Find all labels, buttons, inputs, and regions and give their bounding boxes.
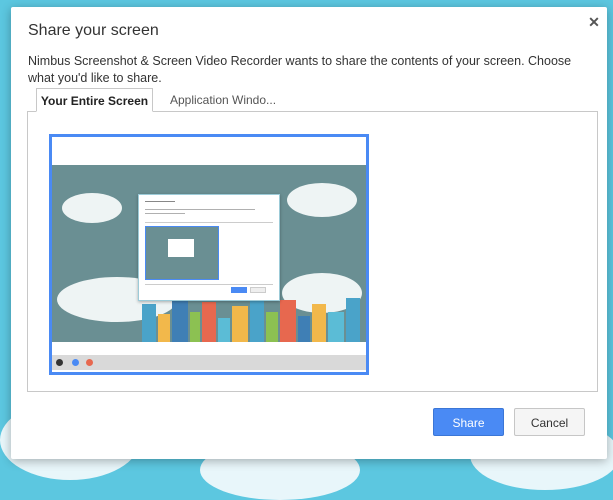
share-screen-dialog: Share your screen ✕ Nimbus Screenshot & …	[11, 7, 607, 459]
preview-mini-window	[168, 239, 194, 257]
preview-mini-share	[231, 287, 247, 293]
preview-building	[142, 304, 156, 342]
preview-mini-thumb	[145, 226, 219, 280]
preview-text-line	[145, 201, 175, 202]
source-panel	[27, 111, 598, 392]
preview-mini-cancel	[250, 287, 266, 293]
preview-building	[190, 312, 200, 342]
entire-screen-thumbnail[interactable]	[49, 134, 369, 375]
share-button[interactable]: Share	[433, 408, 504, 436]
preview-building	[280, 300, 296, 342]
preview-text-line	[145, 222, 273, 223]
tab-entire-screen[interactable]: Your Entire Screen	[36, 88, 153, 112]
preview-building	[250, 294, 264, 342]
preview-building	[298, 316, 310, 342]
preview-building	[232, 306, 248, 342]
preview-building	[218, 318, 230, 342]
preview-text-line	[145, 209, 255, 210]
dialog-description: Nimbus Screenshot & Screen Video Recorde…	[28, 54, 572, 85]
tab-application-window[interactable]: Application Windo...	[163, 88, 283, 112]
preview-building	[328, 312, 344, 342]
preview-launcher-icon	[56, 359, 63, 366]
preview-text-line	[145, 284, 273, 285]
cancel-button[interactable]: Cancel	[514, 408, 585, 436]
preview-building	[172, 297, 188, 342]
close-icon[interactable]: ✕	[587, 15, 601, 29]
preview-text-line	[145, 213, 185, 214]
preview-cloud	[287, 183, 357, 217]
preview-building	[202, 302, 216, 342]
preview-building	[158, 314, 170, 342]
desktop-preview-image	[52, 165, 366, 370]
dialog-title: Share your screen	[28, 22, 159, 39]
preview-shelf	[52, 355, 366, 370]
preview-mini-dialog	[138, 194, 280, 301]
preview-building	[346, 298, 360, 342]
preview-browser-icon	[72, 359, 79, 366]
preview-building	[312, 304, 326, 342]
preview-app-icon	[86, 359, 93, 366]
preview-building	[266, 312, 278, 342]
preview-cloud	[62, 193, 122, 223]
